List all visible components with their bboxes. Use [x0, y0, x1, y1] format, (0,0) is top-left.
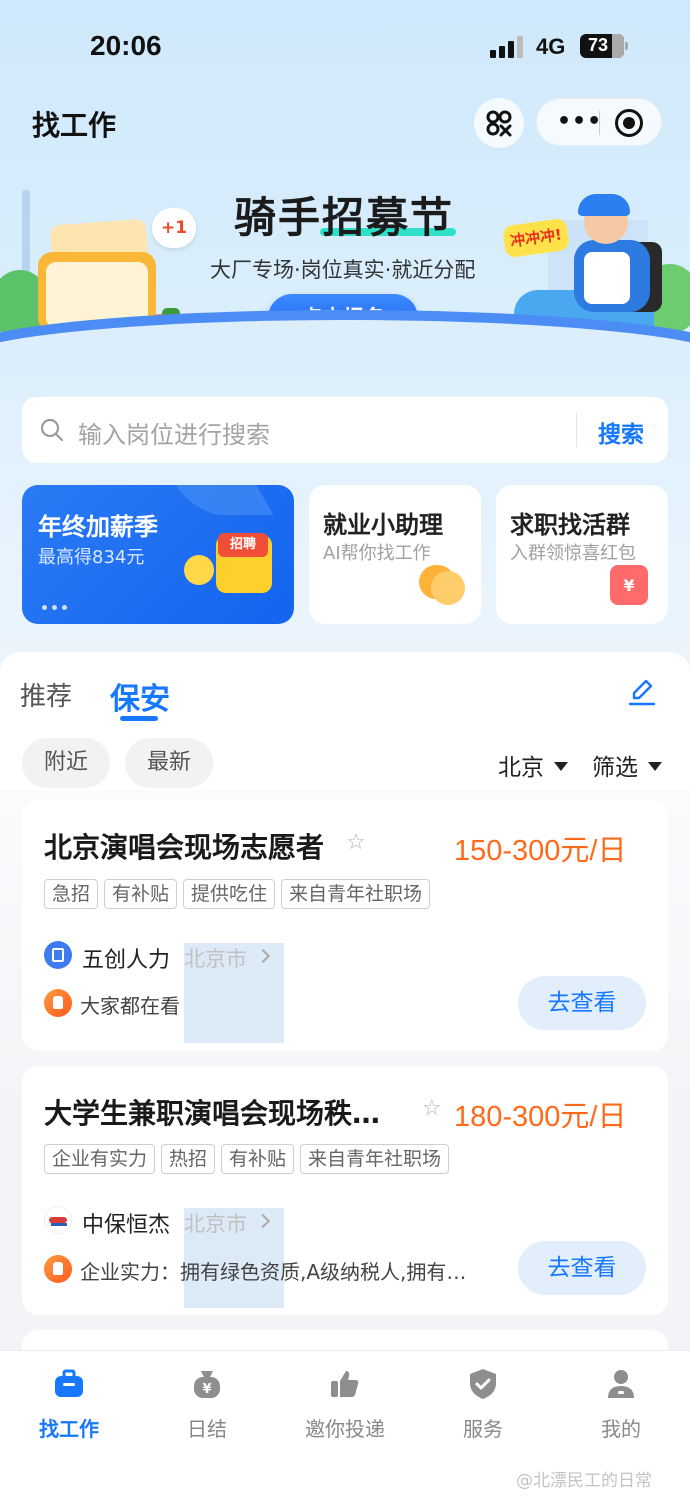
active-tab-indicator	[120, 716, 158, 721]
nav-service[interactable]: 服务	[414, 1367, 552, 1442]
nav-mine[interactable]: 我的	[552, 1367, 690, 1442]
search-divider	[576, 413, 577, 447]
money-bag-icon: ¥	[194, 1371, 220, 1398]
rider-cap	[578, 194, 630, 216]
job-card[interactable]: 北京演唱会现场志愿者 ☆ 150-300元/日 急招 有补贴 提供吃住 来自青年…	[22, 800, 668, 1051]
watermark: @北漂民工的日常	[516, 1471, 652, 1491]
view-job-button[interactable]: 去查看	[518, 976, 646, 1030]
card-subtitle: 最高得834元	[38, 547, 145, 568]
company-strength-icon	[44, 1255, 72, 1283]
nav-label: 服务	[463, 1417, 503, 1441]
job-tag: 企业有实力	[44, 1144, 156, 1174]
search-input[interactable]: 输入岗位进行搜索	[78, 415, 270, 450]
job-tag: 有补贴	[104, 879, 178, 909]
promo-banner[interactable]: +1 骑手招募节 大厂专场·岗位真实·就近分配 点击报名 冲冲冲!	[0, 160, 690, 375]
recruit-badge: 招聘	[218, 533, 268, 557]
job-tag: 有补贴	[221, 1144, 295, 1174]
chip-nearby[interactable]: 附近	[22, 738, 110, 788]
miniprogram-capsule: •••	[536, 98, 662, 146]
job-title: 北京演唱会现场志愿者	[44, 831, 325, 864]
network-type: 4G	[536, 34, 566, 59]
card-subtitle: AI帮你找工作	[323, 543, 431, 564]
job-salary: 180-300元/日	[454, 1101, 627, 1133]
job-note: 企业实力：拥有绿色资质,A级纳税人,拥有…	[80, 1260, 467, 1284]
signal-icon	[490, 36, 526, 58]
briefcase-icon	[55, 1369, 83, 1397]
carousel-dots	[42, 595, 72, 614]
job-city: 北京市	[184, 943, 284, 1043]
banner-title: 骑手招募节	[234, 193, 455, 242]
year-end-raise-card[interactable]: 年终加薪季 最高得834元 招聘	[22, 485, 294, 624]
status-time: 20:06	[90, 30, 162, 61]
page-title: 找工作	[32, 109, 117, 142]
card-subtitle: 入群领惊喜红包	[510, 543, 636, 564]
job-title: 大学生兼职演唱会现场秩…	[44, 1097, 381, 1130]
battery-level: 73	[587, 35, 609, 55]
company-logo	[44, 1206, 72, 1234]
more-icon[interactable]: •••	[557, 109, 602, 134]
nav-invite[interactable]: 邀你投递	[276, 1367, 414, 1442]
card-title: 年终加薪季	[38, 513, 158, 541]
job-tag: 提供吃住	[183, 879, 276, 909]
search-icon	[40, 418, 64, 442]
chip-latest[interactable]: 最新	[125, 738, 213, 788]
nav-label: 我的	[601, 1417, 641, 1441]
edit-icon[interactable]	[626, 676, 658, 708]
card-title: 求职找活群	[510, 511, 630, 539]
banner-wave-fill	[0, 320, 690, 375]
card-decoration	[170, 485, 274, 515]
caret-down-icon	[648, 762, 662, 771]
screen-filter[interactable]: 筛选	[592, 748, 662, 782]
status-bar: 20:06 4G 73	[0, 0, 690, 90]
rider-vest	[584, 252, 630, 304]
view-job-button[interactable]: 去查看	[518, 1241, 646, 1295]
thumbs-up-icon	[331, 1371, 359, 1397]
job-tag: 急招	[44, 879, 99, 909]
nav-label: 找工作	[39, 1417, 99, 1441]
plus-one-badge: +1	[152, 208, 196, 248]
recruit-gift-icon: 招聘	[184, 527, 278, 597]
tab-recommend[interactable]: 推荐	[20, 676, 72, 713]
scan-button[interactable]	[474, 98, 524, 148]
job-salary: 150-300元/日	[454, 835, 627, 867]
search-bar[interactable]: 输入岗位进行搜索 搜索	[22, 397, 668, 463]
banner-subtitle: 大厂专场·岗位真实·就近分配	[210, 258, 476, 282]
tab-security-guard[interactable]: 保安	[110, 674, 170, 718]
city-filter[interactable]: 北京	[498, 748, 568, 782]
screen-filter-label: 筛选	[592, 755, 638, 781]
nav-label: 邀你投递	[305, 1417, 385, 1441]
city-filter-label: 北京	[498, 755, 544, 781]
nav-label: 日结	[187, 1417, 227, 1441]
nav-daily-pay[interactable]: ¥ 日结	[138, 1367, 276, 1442]
close-miniprogram-icon[interactable]	[615, 109, 643, 137]
svg-text:¥: ¥	[202, 1382, 211, 1397]
caret-down-icon	[554, 762, 568, 771]
job-tag: 来自青年社职场	[281, 879, 431, 909]
popular-icon	[44, 989, 72, 1017]
job-note: 大家都在看	[80, 994, 180, 1018]
job-card[interactable]: 大学生兼职演唱会现场秩… ☆ 180-300元/日 企业有实力 热招 有补贴 来…	[22, 1066, 668, 1315]
company-name[interactable]: 中保恒杰	[82, 1207, 170, 1239]
search-button[interactable]: 搜索	[598, 415, 644, 449]
battery-icon: 73	[580, 34, 628, 58]
card-title: 就业小助理	[323, 511, 443, 539]
scan-icon	[486, 110, 512, 137]
job-tag: 来自青年社职场	[300, 1144, 450, 1174]
red-envelope-icon: ¥	[610, 565, 648, 605]
job-group-card[interactable]: 求职找活群 入群领惊喜红包 ¥	[496, 485, 668, 624]
shield-icon	[470, 1369, 496, 1399]
company-logo	[44, 941, 72, 969]
favorite-star-icon[interactable]: ☆	[422, 1096, 442, 1121]
company-name[interactable]: 五创人力	[82, 942, 170, 974]
user-icon	[608, 1370, 634, 1398]
favorite-star-icon[interactable]: ☆	[346, 830, 366, 855]
job-assistant-card[interactable]: 就业小助理 AI帮你找工作	[309, 485, 481, 624]
chat-icon	[419, 565, 465, 605]
job-tag: 热招	[161, 1144, 216, 1174]
nav-find-job[interactable]: 找工作	[0, 1367, 138, 1442]
